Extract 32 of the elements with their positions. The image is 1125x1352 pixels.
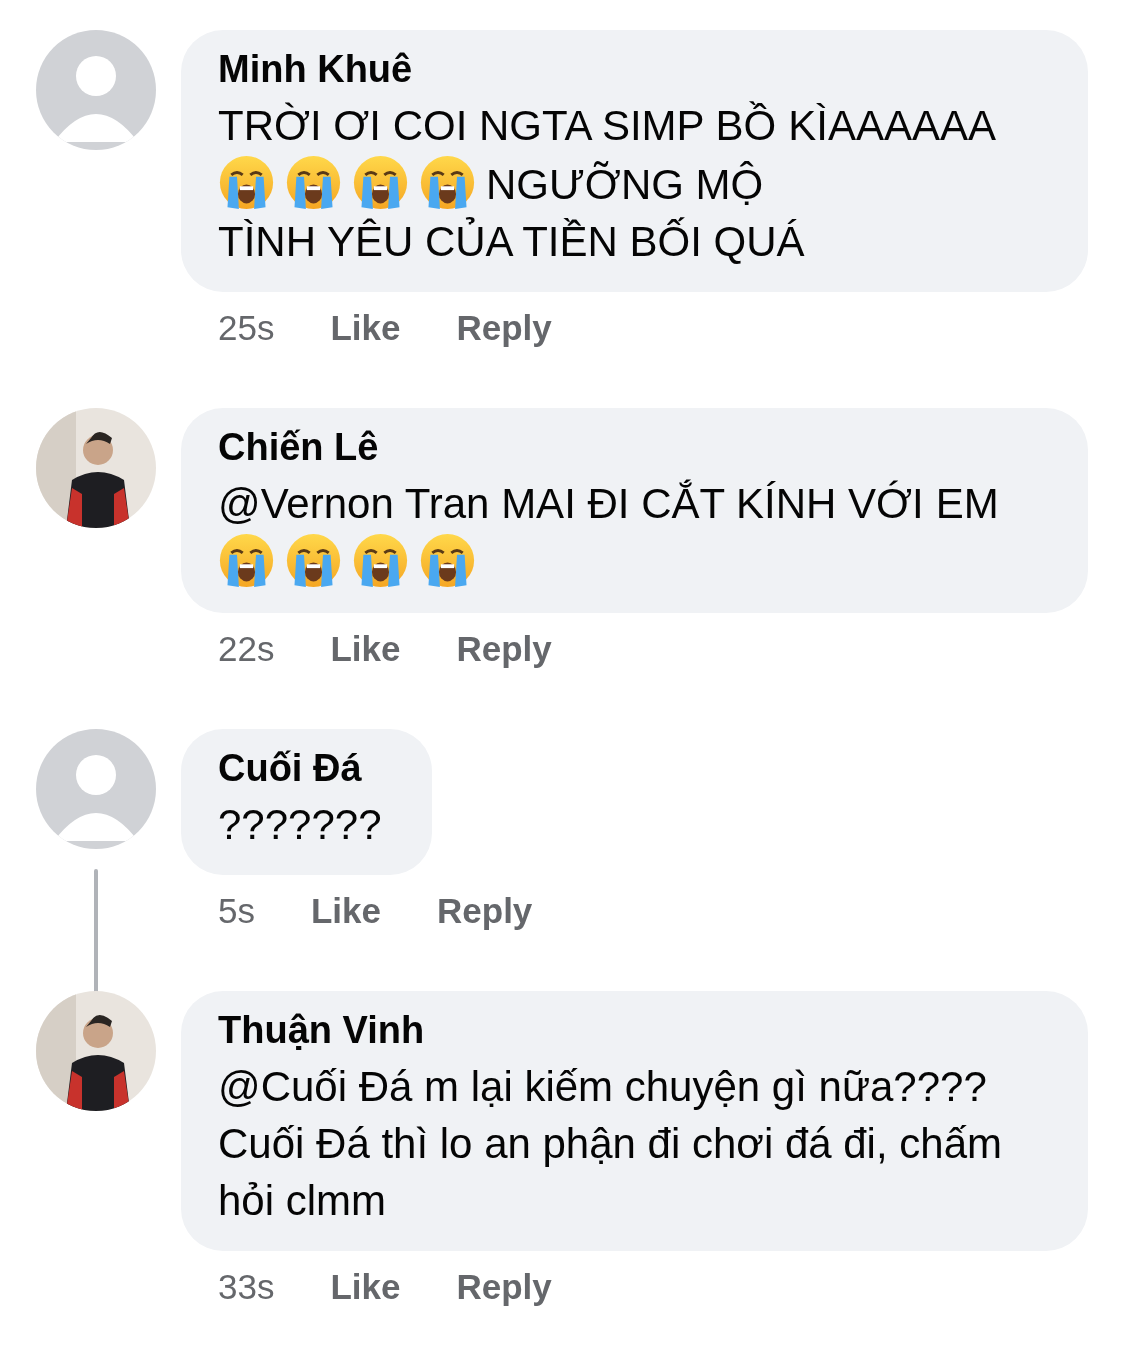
crying-face-icon [285, 154, 342, 211]
comment-text: EM [935, 479, 999, 529]
like-button[interactable]: Like [330, 629, 401, 669]
reply-button[interactable]: Reply [456, 629, 552, 669]
crying-face-icon [218, 154, 275, 211]
author-name[interactable]: Cuối Đá [218, 747, 394, 790]
like-button[interactable]: Like [330, 308, 401, 348]
timestamp: 5s [218, 891, 255, 931]
author-name[interactable]: Minh Khuê [218, 48, 1050, 91]
reply-button[interactable]: Reply [437, 891, 533, 931]
comment-text: KÌAAAAAA [788, 101, 996, 151]
like-button[interactable]: Like [330, 1267, 401, 1307]
comment-text: @Cuối Đá m lại kiếm chuyện gì nữa???? Cuối Đá thì lo an phận đi chơi đá đi, chấm hỏi clmm [218, 1062, 1003, 1226]
crying-face-icon [218, 532, 275, 589]
timestamp: 33s [218, 1267, 275, 1307]
author-name[interactable]: Chiến Lê [218, 426, 1050, 469]
crying-face-icon [352, 154, 409, 211]
crying-face-icon [419, 532, 476, 589]
reply-button[interactable]: Reply [456, 308, 552, 348]
comment-text: TÌNH YÊU CỦA TIỀN BỐI QUÁ [218, 216, 805, 267]
crying-face-icon [419, 154, 476, 211]
timestamp: 25s [218, 308, 275, 348]
author-name[interactable]: Thuận Vinh [218, 1009, 1050, 1052]
crying-face-icon [285, 532, 342, 589]
timestamp: 22s [218, 629, 275, 669]
comment-text: TRỜI ƠI COI NGTA SIMP BỒ [218, 100, 777, 151]
comment-text: NGƯỠNG MỘ [486, 160, 764, 210]
comment-text: ??????? [218, 800, 382, 850]
crying-face-icon [352, 532, 409, 589]
like-button[interactable]: Like [310, 891, 381, 931]
reply-button[interactable]: Reply [456, 1267, 552, 1307]
comment-text: @Vernon Tran MAI ĐI CẮT KÍNH VỚI [218, 478, 924, 529]
